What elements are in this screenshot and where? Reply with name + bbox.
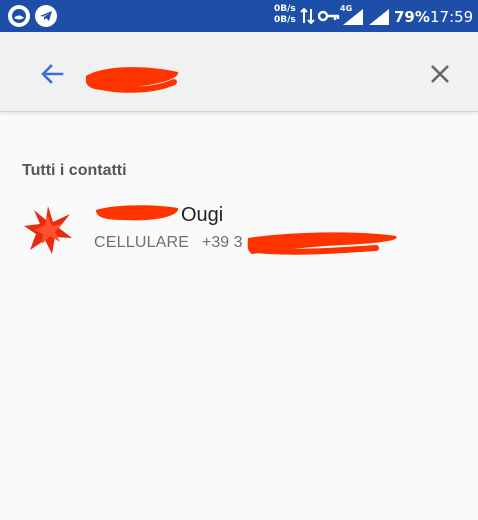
- notification-app-icon: [8, 5, 30, 27]
- red-star-avatar-icon: [24, 206, 72, 254]
- search-toolbar: [0, 32, 478, 112]
- telegram-icon: [35, 5, 57, 27]
- redacted-contact-name: [96, 205, 179, 221]
- section-header-all-contacts: Tutti i contatti: [22, 162, 127, 179]
- contact-name: Ougi: [181, 204, 224, 226]
- contact-phone-type: CELLULARE: [94, 234, 190, 251]
- close-icon: [431, 65, 449, 83]
- clock: 17:59: [430, 8, 474, 26]
- vpn-key-icon: [318, 10, 340, 22]
- contact-list-item[interactable]: Ougi CELLULARE +39 3: [0, 196, 478, 268]
- data-transfer-icon: [300, 7, 315, 25]
- redacted-search-text: [86, 67, 179, 93]
- redacted-phone-number: [247, 232, 397, 255]
- close-button[interactable]: [424, 58, 456, 90]
- network-speed: 0B/s 0B/s: [274, 4, 296, 25]
- battery-percentage: 79%: [394, 8, 430, 26]
- signal-icon-2: [369, 9, 389, 25]
- back-button[interactable]: [36, 58, 68, 90]
- status-bar: 0B/s 0B/s 4G 79% 17:59: [0, 0, 478, 32]
- contact-phone-number: +39 3: [202, 234, 243, 251]
- signal-icon: [343, 9, 363, 25]
- arrow-back-icon: [41, 64, 64, 84]
